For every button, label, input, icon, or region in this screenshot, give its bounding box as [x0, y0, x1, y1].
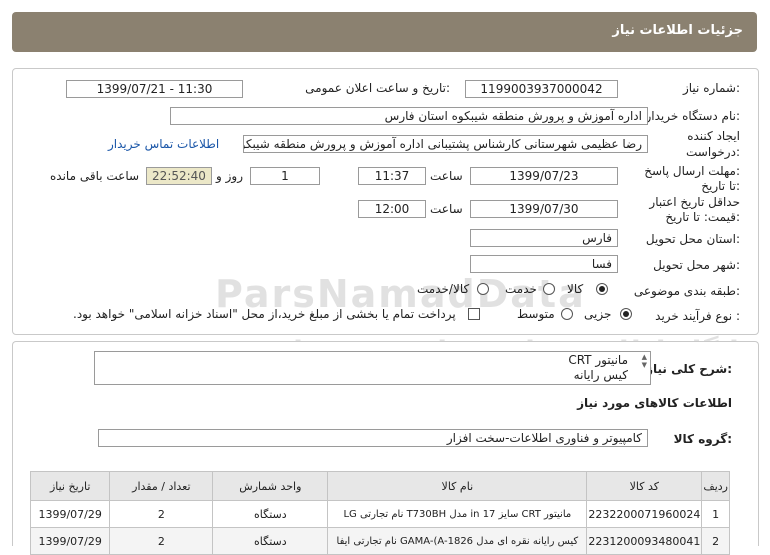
category-label: طبقه بندی موضوعی:	[633, 284, 740, 298]
category-both-label: کالا/خدمت	[417, 282, 470, 296]
validity-time-label: ساعت	[430, 202, 463, 216]
process-medium-label: متوسط	[517, 307, 555, 321]
col-unit: واحد شمارش	[212, 471, 329, 501]
payment-note: پرداخت تمام یا بخشی از مبلغ خرید،از محل …	[73, 307, 456, 321]
deadline-label-2: تا تاریخ:	[701, 179, 740, 193]
scroll-arrows-icon[interactable]: ▲ ▼	[642, 353, 647, 369]
cell-row: 1	[701, 500, 730, 528]
buyer-label: نام دستگاه خریدار:	[645, 109, 741, 123]
announce-label: تاریخ و ساعت اعلان عمومی:	[305, 81, 450, 95]
city-label: شهر محل تحویل:	[653, 258, 740, 272]
announce-field: 1399/07/21 - 11:30	[66, 80, 243, 98]
deadline-date-field: 1399/07/23	[470, 167, 618, 185]
col-qty: تعداد / مقدار	[109, 471, 214, 501]
buyer-contact-link[interactable]: اطلاعات تماس خریدار	[108, 137, 219, 151]
province-field: فارس	[470, 229, 618, 247]
purchase-type-label: نوع فرآیند خرید :	[655, 309, 740, 323]
cell-qty: 2	[109, 500, 214, 528]
table-header-row: ردیف کد کالا نام کالا واحد شمارش تعداد /…	[29, 471, 730, 501]
remaining-label: ساعت باقی مانده	[50, 169, 140, 183]
days-field: 1	[250, 167, 320, 185]
summary-label: شرح کلی نیاز:	[646, 362, 732, 376]
cell-code: 2232200071960024	[586, 500, 703, 528]
category-goods-radio[interactable]	[596, 283, 608, 295]
province-label: استان محل تحویل:	[645, 232, 740, 246]
creator-label-2: درخواست:	[686, 145, 740, 159]
creator-field: رضا عظیمی شهرستانی کارشناس پشتیبانی ادار…	[243, 135, 648, 153]
items-table: ردیف کد کالا نام کالا واحد شمارش تعداد /…	[29, 471, 730, 555]
goods-group-label: گروه کالا:	[673, 432, 732, 446]
table-row[interactable]: 1 2232200071960024 مانیتور CRT سایز 17 i…	[29, 500, 730, 528]
buyer-field: اداره آموزش و پرورش منطقه شیبکوه استان ف…	[170, 107, 648, 125]
process-partial-label: جزیی	[584, 307, 612, 321]
cell-date: 1399/07/29	[29, 527, 111, 555]
cell-unit: دستگاه	[212, 527, 329, 555]
col-name: نام کالا	[327, 471, 588, 501]
cell-row: 2	[701, 527, 730, 555]
validity-date-field: 1399/07/30	[470, 200, 618, 218]
validity-time-field: 12:00	[358, 200, 426, 218]
remaining-time-field: 22:52:40	[146, 167, 212, 185]
deadline-label: مهلت ارسال پاسخ:	[644, 164, 740, 178]
col-code: کد کالا	[586, 471, 703, 501]
need-number-label: شماره نیاز:	[682, 81, 740, 95]
need-number-field: 1199003937000042	[465, 80, 618, 98]
goods-group-field: کامپیوتر و فناوری اطلاعات-سخت افزار	[98, 429, 648, 447]
summary-line-2: کیس رایانه	[573, 368, 628, 382]
city-field: فسا	[470, 255, 618, 273]
days-label: روز و	[216, 169, 243, 183]
cell-name: کیس رایانه نقره ای مدل GAMA-(A-1826 نام …	[327, 527, 588, 555]
goods-section-title: اطلاعات کالاهای مورد نیاز	[577, 396, 732, 410]
page-title: جزئیات اطلاعات نیاز	[612, 23, 743, 38]
cell-unit: دستگاه	[212, 500, 329, 528]
process-medium-radio[interactable]	[561, 308, 573, 320]
cell-date: 1399/07/29	[29, 500, 111, 528]
col-row: ردیف	[701, 471, 730, 501]
category-service-label: خدمت	[505, 282, 537, 296]
validity-label-2: قیمت: تا تاریخ:	[665, 210, 740, 224]
summary-line-1: مانیتور CRT	[568, 353, 628, 367]
treasury-checkbox[interactable]	[468, 308, 480, 320]
col-date: تاریخ نیاز	[29, 471, 111, 501]
summary-textarea[interactable]: مانیتور CRT کیس رایانه ▲ ▼	[94, 351, 651, 385]
deadline-time-label: ساعت	[430, 169, 463, 183]
cell-name: مانیتور CRT سایز 17 in مدل T730BH نام تج…	[327, 500, 588, 528]
validity-label: حداقل تاریخ اعتبار	[649, 195, 740, 209]
creator-label: ایجاد کننده	[687, 129, 740, 143]
category-goods-label: کالا	[567, 282, 584, 296]
page-header: جزئیات اطلاعات نیاز	[12, 12, 757, 52]
process-partial-radio[interactable]	[620, 308, 632, 320]
cell-code: 2231200093480041	[586, 527, 703, 555]
table-row[interactable]: 2 2231200093480041 کیس رایانه نقره ای مد…	[29, 527, 730, 555]
cell-qty: 2	[109, 527, 214, 555]
category-service-radio[interactable]	[543, 283, 555, 295]
category-both-radio[interactable]	[477, 283, 489, 295]
deadline-time-field: 11:37	[358, 167, 426, 185]
